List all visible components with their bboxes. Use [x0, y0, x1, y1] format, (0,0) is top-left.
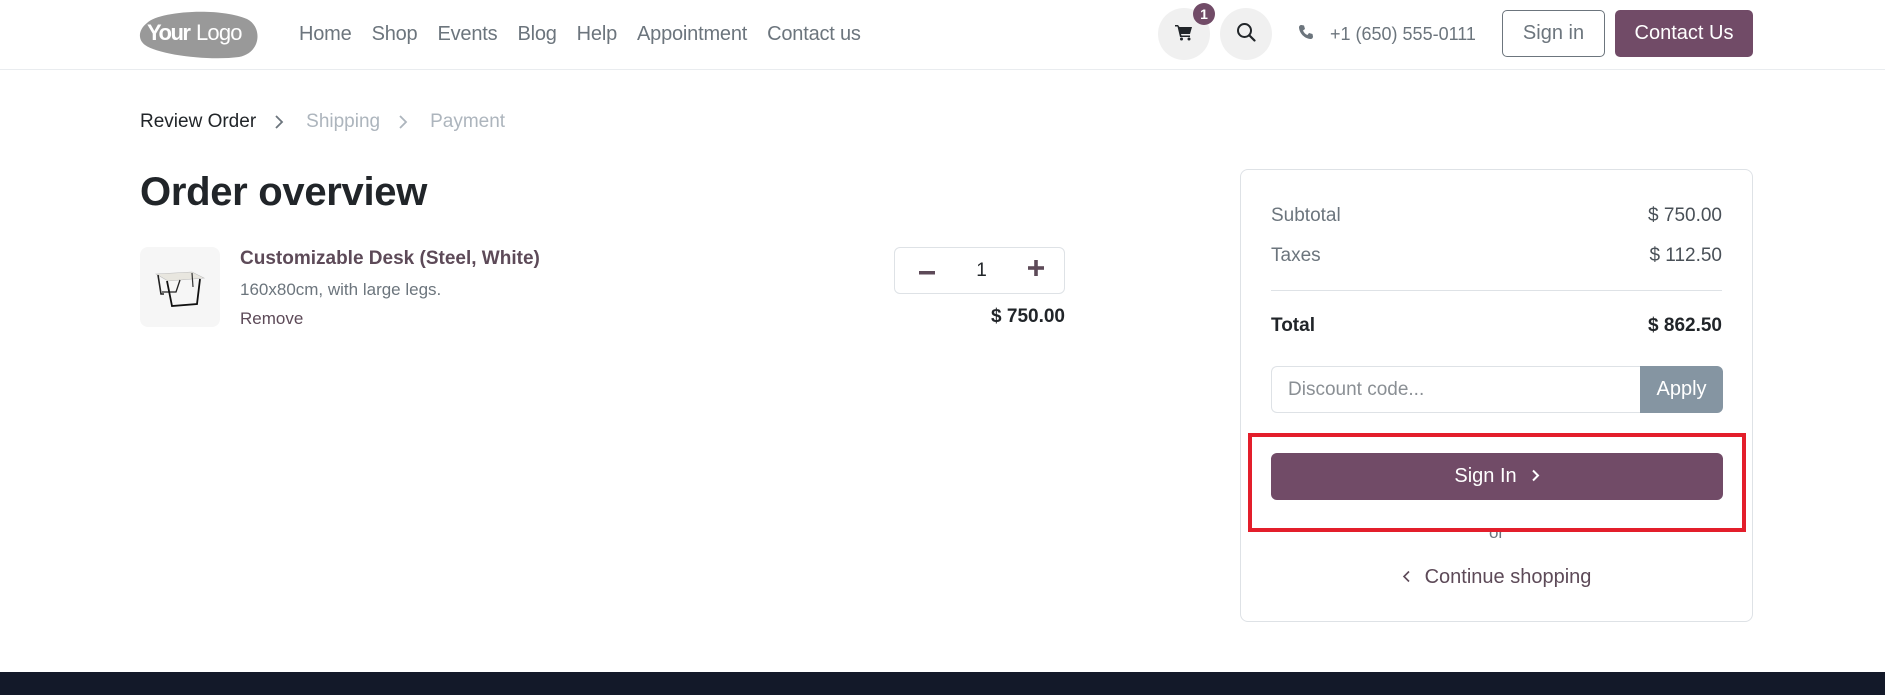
logo-text-bold: Your: [147, 20, 191, 45]
quantity-stepper: [894, 247, 1065, 294]
cart-count-badge: 1: [1193, 3, 1215, 25]
continue-shopping-label: Continue shopping: [1424, 566, 1592, 588]
checkout-steps: Review Order Shipping Payment: [140, 111, 505, 133]
order-summary-card: Subtotal $ 750.00 Taxes $ 112.50 Total $…: [1240, 169, 1753, 622]
taxes-row: Taxes $ 112.50: [1271, 245, 1722, 267]
total-value: $ 862.50: [1648, 315, 1722, 336]
nav-appointment[interactable]: Appointment: [637, 23, 747, 46]
line-price: $ 750.00: [991, 306, 1065, 327]
taxes-label: Taxes: [1271, 245, 1321, 266]
subtotal-label: Subtotal: [1271, 205, 1341, 226]
decrease-quantity-button[interactable]: [915, 259, 939, 283]
page-title: Order overview: [140, 170, 428, 214]
subtotal-row: Subtotal $ 750.00: [1271, 205, 1722, 227]
minus-icon: [919, 262, 935, 280]
step-review-order: Review Order: [140, 111, 257, 132]
total-label: Total: [1271, 315, 1315, 336]
discount-form: Apply: [1271, 366, 1723, 413]
main-nav: Home Shop Events Blog Help Appointment C…: [299, 0, 881, 68]
chevron-right-icon: [274, 115, 284, 129]
cart-button[interactable]: 1: [1158, 3, 1215, 60]
phone-number: +1 (650) 555-0111: [1330, 23, 1476, 44]
step-shipping: Shipping: [306, 111, 381, 132]
sign-in-checkout-button[interactable]: Sign In: [1271, 453, 1723, 500]
product-name-link[interactable]: Customizable Desk (Steel, White): [240, 248, 540, 270]
logo-text-light: Logo: [196, 20, 242, 45]
plus-icon: [1028, 260, 1044, 281]
increase-quantity-button[interactable]: [1024, 259, 1048, 283]
search-button[interactable]: [1220, 8, 1272, 60]
logo[interactable]: Your Logo: [139, 9, 260, 59]
nav-help[interactable]: Help: [577, 23, 618, 46]
nav-home[interactable]: Home: [299, 23, 352, 46]
summary-divider: [1271, 290, 1722, 291]
chevron-right-icon: [1531, 465, 1540, 488]
site-footer: [0, 672, 1885, 695]
taxes-value: $ 112.50: [1649, 245, 1722, 266]
apply-discount-button[interactable]: Apply: [1640, 366, 1723, 413]
subtotal-value: $ 750.00: [1648, 205, 1722, 226]
chevron-left-icon: [1402, 566, 1411, 589]
product-image[interactable]: [140, 247, 220, 327]
continue-shopping-link[interactable]: Continue shopping: [1241, 566, 1752, 589]
phone-contact[interactable]: +1 (650) 555-0111: [1298, 0, 1476, 68]
discount-code-input[interactable]: [1271, 366, 1640, 413]
step-payment: Payment: [430, 111, 506, 132]
search-icon: [1236, 22, 1256, 47]
phone-icon: [1298, 24, 1314, 45]
contact-us-button[interactable]: Contact Us: [1615, 10, 1753, 57]
site-header: Your Logo Home Shop Events Blog Help App…: [0, 0, 1885, 70]
product-description: 160x80cm, with large legs.: [240, 280, 442, 299]
nav-events[interactable]: Events: [437, 23, 497, 46]
sign-in-checkout-label: Sign In: [1454, 465, 1517, 487]
total-row: Total $ 862.50: [1271, 315, 1722, 337]
cart-icon: [1175, 23, 1193, 46]
quantity-input[interactable]: [961, 259, 1002, 282]
nav-blog[interactable]: Blog: [517, 23, 556, 46]
header-sign-in-button[interactable]: Sign in: [1502, 10, 1605, 57]
remove-link[interactable]: Remove: [240, 309, 303, 329]
nav-contact-us[interactable]: Contact us: [767, 23, 861, 46]
chevron-right-icon: [398, 115, 408, 129]
or-separator: or: [1488, 523, 1505, 542]
nav-shop[interactable]: Shop: [372, 23, 418, 46]
